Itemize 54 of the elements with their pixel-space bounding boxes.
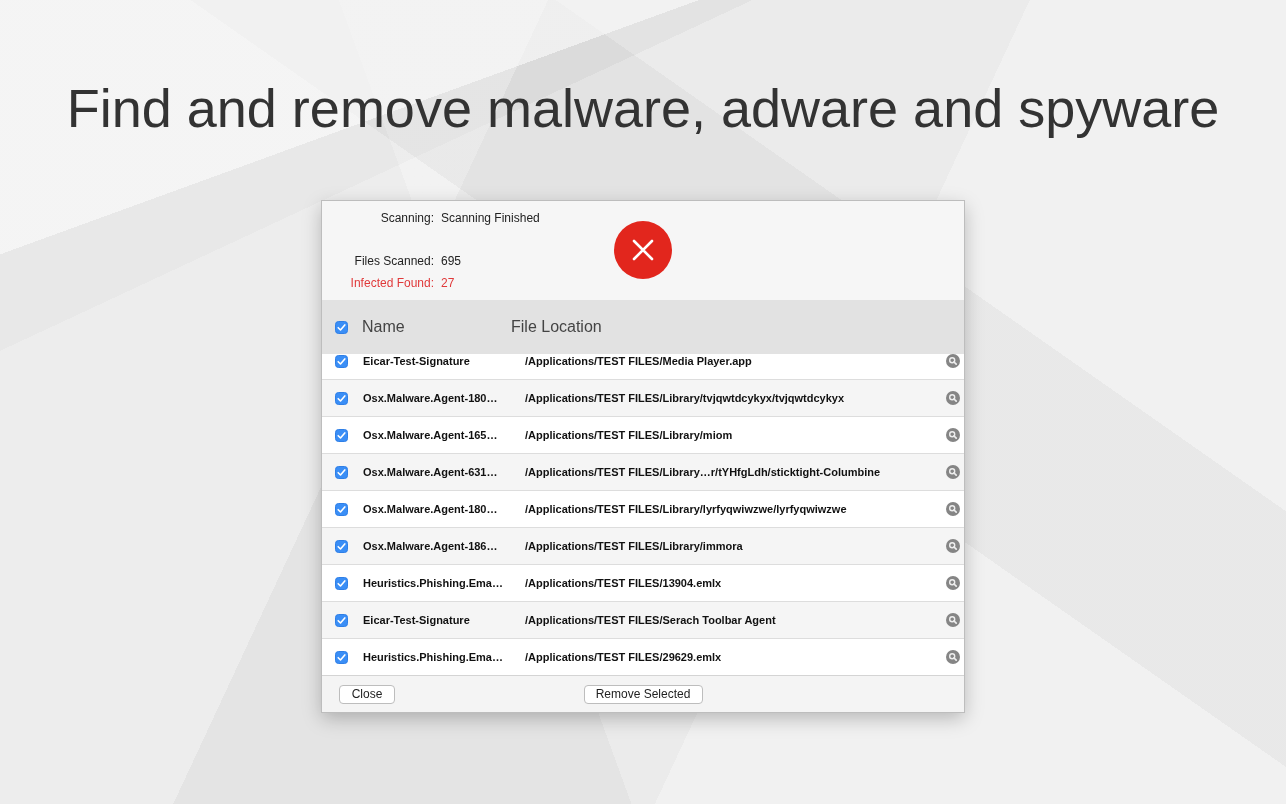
column-header[interactable]: File Location bbox=[511, 318, 602, 336]
column-header[interactable]: Name bbox=[362, 318, 511, 336]
file-location-cell-text: /Applications/TEST FILES/Serach Toolbar Agent bbox=[525, 614, 777, 626]
table-row[interactable]: Osx.Malware.Agent-180… /Applications/TEST FILES/Library/tvjqwtdcykyx/tvjqwtdcykyx bbox=[322, 380, 964, 417]
checkbox[interactable] bbox=[335, 539, 348, 553]
magnifier-icon[interactable] bbox=[946, 465, 960, 479]
checkbox[interactable] bbox=[335, 428, 348, 442]
select-all-checkbox[interactable] bbox=[335, 320, 348, 334]
magnifier-icon[interactable] bbox=[946, 502, 960, 516]
magnifier-icon[interactable] bbox=[946, 428, 960, 442]
checkbox[interactable] bbox=[335, 613, 348, 627]
file-location-cell-text: /Applications/TEST FILES/Media Player.app bbox=[525, 355, 753, 367]
magnifier-icon[interactable] bbox=[946, 391, 960, 405]
table-row[interactable]: Osx.Malware.Agent-186… /Applications/TEST FILES/Library/immora bbox=[322, 528, 964, 565]
stat-value: 27 bbox=[441, 276, 455, 290]
threat-name-cell-text: Osx.Malware.Agent-165… bbox=[363, 429, 499, 441]
threat-name-cell-text: Osx.Malware.Agent-180… bbox=[363, 503, 499, 515]
file-location-cell-text: /Applications/TEST FILES/29629.emlx bbox=[525, 651, 723, 663]
error-icon bbox=[614, 221, 672, 279]
threat-name-cell-text: Osx.Malware.Agent-186… bbox=[363, 540, 499, 552]
table-row[interactable]: Eicar-Test-Signature /Applications/TEST FILES/Media Player.app bbox=[322, 354, 964, 380]
magnifier-icon[interactable] bbox=[946, 613, 960, 627]
threat-name-cell-text: Osx.Malware.Agent-631… bbox=[363, 466, 499, 478]
remove-selected-button[interactable]: Remove Selected bbox=[583, 684, 703, 704]
threat-name-cell-text: Heuristics.Phishing.Ema… bbox=[363, 577, 504, 589]
table-row[interactable]: Eicar-Test-Signature /Applications/TEST FILES/Serach Toolbar Agent bbox=[322, 602, 964, 639]
close-button[interactable]: Close bbox=[339, 684, 395, 704]
threat-name-cell-text: Eicar-Test-Signature bbox=[363, 614, 471, 626]
magnifier-icon[interactable] bbox=[946, 576, 960, 590]
status-label: Scanning: bbox=[379, 211, 434, 225]
stat-label: Files Scanned: bbox=[353, 254, 434, 268]
checkbox[interactable] bbox=[335, 502, 348, 516]
file-location-cell-text: /Applications/TEST FILES/Library/lyrfyqwiwzwe/lyrfyqwiwzwe bbox=[525, 503, 848, 515]
checkbox[interactable] bbox=[335, 576, 348, 590]
stat-value: 695 bbox=[441, 254, 462, 268]
threat-name-cell-text: Osx.Malware.Agent-180… bbox=[363, 392, 499, 404]
checkbox[interactable] bbox=[335, 354, 348, 368]
checkbox[interactable] bbox=[335, 391, 348, 405]
file-location-cell-text: /Applications/TEST FILES/Library/immora bbox=[525, 540, 744, 552]
file-location-cell-text: /Applications/TEST FILES/13904.emlx bbox=[525, 577, 723, 589]
checkbox[interactable] bbox=[335, 465, 348, 479]
magnifier-icon[interactable] bbox=[946, 539, 960, 553]
threat-name-cell-text: Eicar-Test-Signature bbox=[363, 355, 471, 367]
table-row[interactable]: Osx.Malware.Agent-631… /Applications/TEST FILES/Library…r/tYHfgLdh/sticktight-Columbine bbox=[322, 454, 964, 491]
magnifier-icon[interactable] bbox=[946, 354, 960, 368]
file-location-cell-text: /Applications/TEST FILES/Library…r/tYHfgLdh/sticktight-Columbine bbox=[525, 466, 882, 478]
file-location-cell-text: /Applications/TEST FILES/Library/tvjqwtdcykyx/tvjqwtdcykyx bbox=[525, 392, 846, 404]
stat-label: Infected Found: bbox=[349, 276, 434, 290]
status-value: Scanning Finished bbox=[441, 211, 540, 225]
threat-name-cell-text: Heuristics.Phishing.Ema… bbox=[363, 651, 504, 663]
checkbox[interactable] bbox=[335, 650, 348, 664]
headline: Find and remove malware, adware and spyware bbox=[66, 77, 1220, 139]
file-location-cell-text: /Applications/TEST FILES/Library/miom bbox=[525, 429, 734, 441]
magnifier-icon[interactable] bbox=[946, 650, 960, 664]
